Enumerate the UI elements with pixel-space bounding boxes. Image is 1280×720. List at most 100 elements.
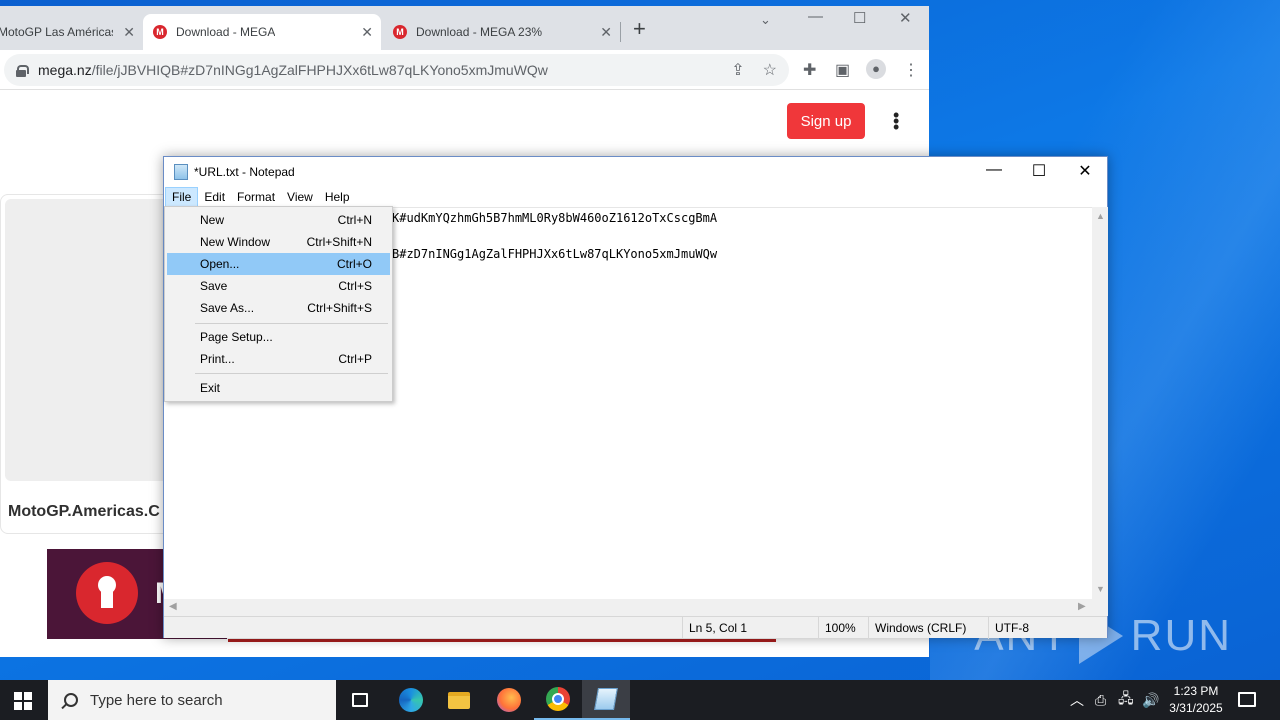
task-view-button[interactable]: [336, 680, 384, 720]
menu-item-save-as[interactable]: Save As... Ctrl+Shift+S: [167, 297, 390, 319]
firefox-taskbar-button[interactable]: [485, 680, 533, 720]
menu-item-save[interactable]: Save Ctrl+S: [167, 275, 390, 297]
zoom-level: 100%: [818, 617, 868, 639]
notepad-icon: [594, 688, 618, 710]
clock-date: 3/31/2025: [1169, 701, 1223, 715]
text-line: K#udKmYQzhmGh5B7hmML0Ry8bW460oZ1612oTxCs…: [392, 211, 718, 225]
maximize-icon[interactable]: ☐: [853, 9, 866, 27]
notepad-title-bar: *URL.txt - Notepad — ☐ ✕: [164, 157, 1107, 187]
tab-search-chevron-icon[interactable]: ⌄: [760, 12, 771, 28]
menu-view[interactable]: View: [281, 187, 319, 207]
page-menu-icon[interactable]: • • •: [893, 106, 899, 136]
new-tab-icon[interactable]: +: [633, 18, 646, 40]
menu-item-label: Exit: [200, 381, 221, 395]
file-explorer-taskbar-button[interactable]: [435, 680, 483, 720]
notepad-menu-bar: File Edit Format View Help: [164, 187, 1107, 207]
close-tab-icon[interactable]: ✕: [361, 24, 373, 41]
menu-item-label: New: [200, 213, 225, 227]
menu-file[interactable]: File: [165, 187, 199, 207]
edge-taskbar-button[interactable]: [387, 680, 435, 720]
menu-item-exit[interactable]: Exit: [167, 377, 390, 399]
taskbar: Type here to search ︿ ⎙ 🖧 🔊 1:23 PM 3/31…: [0, 680, 1280, 720]
scroll-down-icon[interactable]: ▼: [1096, 584, 1105, 594]
tab-separator: [620, 22, 621, 42]
file-card: MotoGP.Americas.C: [0, 194, 190, 534]
menu-item-shortcut: Ctrl+S: [338, 279, 372, 293]
extensions-icon[interactable]: ✚: [803, 60, 816, 80]
menu-item-shortcut: Ctrl+O: [336, 257, 372, 271]
tab-download-mega-progress[interactable]: M Download - MEGA 23% ✕: [383, 14, 620, 50]
menu-separator: [195, 323, 388, 324]
menu-item-label: Save: [200, 279, 228, 293]
edge-icon: [399, 688, 423, 712]
menu-item-shortcut: Ctrl+N: [337, 213, 372, 227]
menu-item-new-window[interactable]: New Window Ctrl+Shift+N: [167, 231, 390, 253]
file-name: MotoGP.Americas.C: [8, 503, 160, 520]
sign-up-button[interactable]: Sign up: [787, 103, 865, 139]
tab-download-mega[interactable]: M Download - MEGA ✕: [143, 14, 381, 50]
menu-item-label: Page Setup...: [200, 330, 273, 344]
address-bar[interactable]: mega.nz/file/jJBVHIQB#zD7nINGg1AgZalFHPH…: [4, 54, 789, 86]
task-view-icon: [352, 693, 368, 707]
menu-item-shortcut: Ctrl+Shift+N: [306, 235, 372, 249]
notifications-icon[interactable]: [1238, 692, 1256, 707]
tab-strip: MotoGP Las Américas ✕ M Download - MEGA …: [0, 6, 929, 50]
menu-item-label: Open...: [200, 257, 240, 271]
scroll-left-icon[interactable]: ◀: [169, 601, 177, 612]
line-ending: Windows (CRLF): [868, 617, 988, 639]
network-icon[interactable]: 🖧: [1118, 680, 1134, 720]
volume-icon[interactable]: 🔊: [1142, 680, 1159, 720]
notepad-taskbar-button[interactable]: [582, 680, 630, 720]
side-panel-icon[interactable]: ▣: [835, 60, 850, 80]
close-tab-icon[interactable]: ✕: [600, 24, 612, 41]
vertical-scrollbar[interactable]: ▲ ▼: [1092, 207, 1108, 599]
firefox-icon: [497, 688, 521, 712]
menu-format[interactable]: Format: [231, 187, 281, 207]
notepad-status-bar: Ln 5, Col 1 100% Windows (CRLF) UTF-8: [164, 616, 1107, 639]
show-hidden-icons-chevron-icon[interactable]: ︿: [1070, 680, 1084, 720]
url-host: mega.nz: [38, 62, 92, 78]
close-icon[interactable]: ✕: [1062, 161, 1108, 181]
close-tab-icon[interactable]: ✕: [123, 24, 135, 41]
maximize-icon[interactable]: ☐: [1016, 161, 1062, 181]
tab-title: Download - MEGA: [176, 25, 276, 39]
cursor-position: Ln 5, Col 1: [682, 617, 818, 639]
windows-start-icon[interactable]: [14, 692, 32, 710]
folder-icon: [448, 691, 470, 709]
share-icon[interactable]: ⇪: [731, 60, 744, 80]
keyhole-logo-icon: [76, 562, 138, 624]
bookmark-star-icon[interactable]: ☆: [763, 60, 777, 80]
search-placeholder: Type here to search: [90, 691, 223, 709]
chrome-icon: [546, 687, 570, 711]
scroll-right-icon[interactable]: ▶: [1078, 601, 1086, 612]
clock-time: 1:23 PM: [1173, 684, 1219, 698]
menu-help[interactable]: Help: [319, 187, 356, 207]
menu-separator: [195, 373, 388, 374]
minimize-icon[interactable]: —: [808, 8, 823, 25]
tab-title: MotoGP Las Américas: [0, 25, 113, 39]
profile-avatar-icon[interactable]: ●: [866, 59, 886, 79]
menu-item-new[interactable]: New Ctrl+N: [167, 209, 390, 231]
taskbar-search-box[interactable]: Type here to search: [48, 680, 336, 720]
menu-item-label: Print...: [200, 352, 235, 366]
menu-item-shortcut: Ctrl+P: [338, 352, 372, 366]
scroll-up-icon[interactable]: ▲: [1096, 211, 1105, 221]
encoding: UTF-8: [988, 617, 1107, 639]
menu-item-page-setup[interactable]: Page Setup...: [167, 326, 390, 348]
lock-icon[interactable]: [16, 64, 29, 77]
minimize-icon[interactable]: —: [971, 161, 1017, 179]
system-clock[interactable]: 1:23 PM 3/31/2025: [1160, 683, 1232, 717]
menu-item-print[interactable]: Print... Ctrl+P: [167, 348, 390, 370]
chrome-taskbar-button[interactable]: [534, 680, 582, 720]
mega-favicon-icon: M: [153, 25, 167, 39]
menu-edit[interactable]: Edit: [198, 187, 231, 207]
horizontal-scrollbar[interactable]: ◀ ▶: [164, 599, 1092, 616]
tab-motogp[interactable]: MotoGP Las Américas ✕: [0, 14, 143, 50]
browser-toolbar: mega.nz/file/jJBVHIQB#zD7nINGg1AgZalFHPH…: [0, 50, 929, 90]
menu-item-open[interactable]: Open... Ctrl+O: [167, 253, 390, 275]
device-icon[interactable]: ⎙: [1095, 680, 1106, 720]
text-line: B#zD7nINGg1AgZalFHPHJXx6tLw87qLKYono5xmJ…: [392, 247, 718, 261]
menu-item-label: Save As...: [200, 301, 255, 315]
chrome-menu-icon[interactable]: ⋮: [903, 60, 919, 80]
close-window-icon[interactable]: ✕: [899, 9, 912, 27]
